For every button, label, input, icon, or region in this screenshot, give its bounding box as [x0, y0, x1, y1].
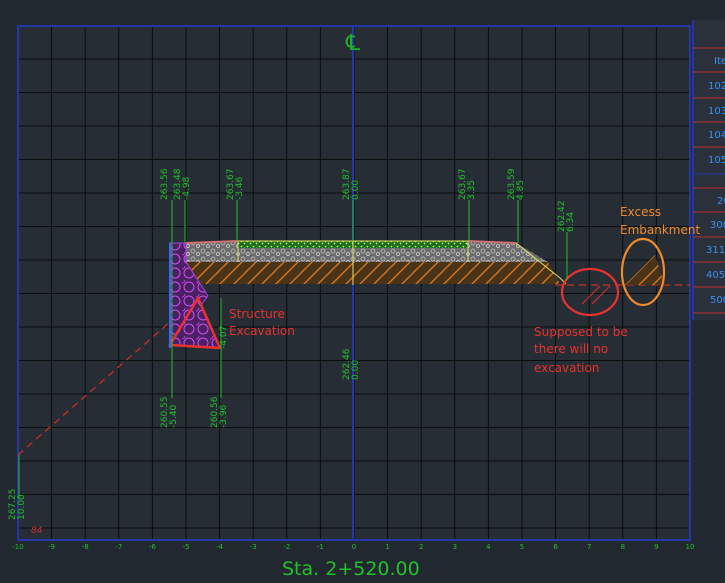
x-tick-label: -7 [115, 543, 122, 551]
annotation-structure-line1: Structure [229, 307, 285, 321]
annotation-structure-line2: Excavation [229, 324, 295, 338]
annotation-supposed-line1: Supposed to be [534, 325, 628, 339]
x-axis-ticks: -10 -9 -8 -7 -6 -5 -4 -3 -2 -1 0 1 2 3 4 5 6 7 8 9 10 [12, 543, 694, 551]
annotation-excess-line1: Excess [620, 205, 661, 219]
x-tick-label: -6 [149, 543, 157, 551]
x-tick-label: 2 [419, 543, 423, 551]
table-cell: Ite [714, 56, 725, 67]
centerline-symbol: ℄ [345, 31, 361, 56]
x-tick-label: -4 [216, 543, 224, 551]
x-tick-label: -1 [317, 543, 324, 551]
x-tick-label: -9 [48, 543, 55, 551]
offset-label: 0.00 [351, 360, 361, 380]
offset-label: -4.98 [182, 176, 192, 200]
x-tick-label: 4 [486, 543, 491, 551]
offset-label: 0.00 [351, 180, 361, 200]
table-cell: 300 [710, 220, 725, 231]
x-tick-label: -8 [82, 543, 89, 551]
x-tick-label: 9 [654, 543, 658, 551]
x-tick-label: 7 [587, 543, 591, 551]
x-tick-label: -3 [250, 543, 257, 551]
table-cell: 104 [708, 130, 725, 141]
offset-label: -3.46 [235, 176, 245, 200]
elev-label: 263.56 [160, 168, 170, 200]
annotation-excess-line2: Embankment [620, 223, 700, 237]
table-cell: 20 [717, 196, 725, 207]
x-tick-label: -10 [12, 543, 23, 551]
embankment-hatch [186, 262, 560, 284]
offset-label: -3.96 [219, 404, 229, 428]
cross-section-drawing: Ite 102 103 104 105 20 300 311 405 500 0… [8, 20, 725, 551]
station-label: Sta. 2+520.00 [282, 558, 420, 580]
offset-label: 10.00 [17, 494, 27, 520]
x-tick-label: -2 [283, 543, 290, 551]
x-tick-label: 5 [520, 543, 524, 551]
annotation-supposed-line3: excavation [534, 361, 599, 375]
table-cell: 405 [706, 270, 725, 281]
x-tick-label: -5 [183, 543, 190, 551]
x-tick-label: 3 [453, 543, 457, 551]
x-tick-label: 1 [385, 543, 389, 551]
right-table: Ite 102 103 104 105 20 300 311 405 500 [692, 20, 725, 320]
x-tick-label: 6 [553, 543, 558, 551]
annotation-supposed-line2: there will no [534, 342, 608, 356]
table-cell: 103 [708, 106, 725, 117]
x-tick-label: 10 [686, 543, 695, 551]
corner-mark: 84 [31, 526, 43, 536]
offset-label: 4.85 [516, 180, 526, 200]
x-tick-label: 0 [352, 543, 356, 551]
offset-label: 3.35 [467, 180, 477, 200]
offset-label: -4.07 [219, 326, 229, 349]
x-tick-label: 8 [621, 543, 625, 551]
table-cell: 102 [708, 81, 725, 92]
table-cell: 105 [708, 155, 725, 166]
cad-viewport[interactable]: Ite 102 103 104 105 20 300 311 405 500 0… [0, 0, 725, 580]
offset-label: -5.40 [169, 404, 179, 428]
table-cell: 500 [710, 295, 725, 306]
table-cell: 311 [706, 245, 725, 256]
offset-label: 6.34 [566, 212, 576, 232]
